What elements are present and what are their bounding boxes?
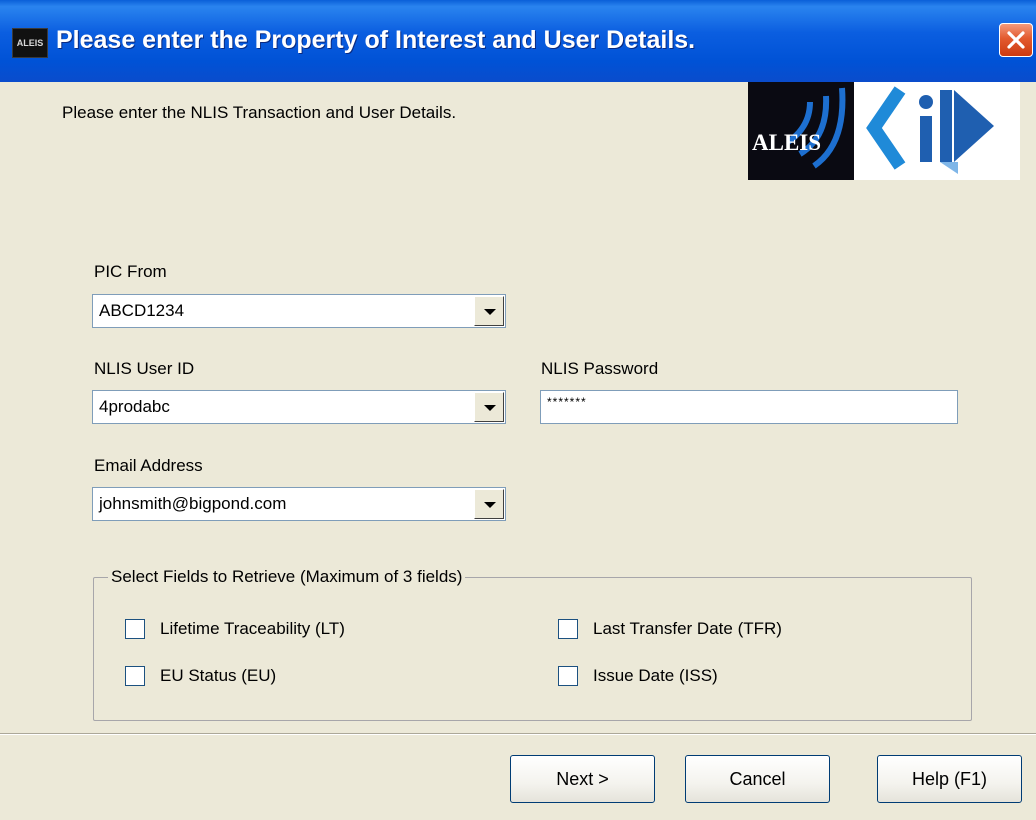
id-logo — [854, 82, 1020, 180]
footer-separator — [0, 733, 1036, 735]
app-icon: ALEIS — [12, 28, 48, 58]
user-id-dropdown-arrow-icon[interactable] — [474, 392, 504, 422]
checkbox-last-transfer-date[interactable] — [558, 619, 578, 639]
pic-from-combo[interactable]: ABCD1234 — [92, 294, 506, 328]
instruction-text: Please enter the NLIS Transaction and Us… — [62, 103, 457, 122]
pic-from-label: PIC From — [94, 262, 167, 281]
fields-group-title: Select Fields to Retrieve (Maximum of 3 … — [108, 567, 466, 587]
close-icon — [1007, 31, 1025, 49]
next-button[interactable]: Next > — [510, 755, 655, 803]
issue-date-label[interactable]: Issue Date (ISS) — [593, 666, 718, 686]
fields-groupbox — [93, 577, 972, 721]
password-value: ******* — [547, 395, 587, 409]
eu-status-label[interactable]: EU Status (EU) — [160, 666, 276, 686]
lifetime-traceability-label[interactable]: Lifetime Traceability (LT) — [160, 619, 345, 639]
password-label: NLIS Password — [541, 359, 659, 378]
email-value: johnsmith@bigpond.com — [99, 494, 287, 513]
close-button[interactable] — [999, 23, 1033, 57]
id-logo-icon — [866, 86, 994, 174]
email-dropdown-arrow-icon[interactable] — [474, 489, 504, 519]
user-id-value: 4prodabc — [99, 397, 170, 416]
password-field[interactable]: ******* — [540, 390, 958, 424]
title-bar[interactable]: ALEIS Please enter the Property of Inter… — [0, 0, 1036, 82]
user-id-combo[interactable]: 4prodabc — [92, 390, 506, 424]
help-button[interactable]: Help (F1) — [877, 755, 1022, 803]
dialog-window: ALEIS Please enter the Property of Inter… — [0, 0, 1036, 820]
aleis-logo: ALEIS — [748, 82, 854, 180]
pic-from-value: ABCD1234 — [99, 301, 185, 320]
email-label: Email Address — [94, 456, 203, 475]
checkbox-issue-date[interactable] — [558, 666, 578, 686]
checkbox-eu-status[interactable] — [125, 666, 145, 686]
last-transfer-date-label[interactable]: Last Transfer Date (TFR) — [593, 619, 782, 639]
email-combo[interactable]: johnsmith@bigpond.com — [92, 487, 506, 521]
window-title: Please enter the Property of Interest an… — [56, 26, 696, 54]
aleis-logo-text: ALEIS — [752, 130, 822, 155]
user-id-label: NLIS User ID — [94, 359, 195, 378]
pic-from-dropdown-arrow-icon[interactable] — [474, 296, 504, 326]
cancel-button[interactable]: Cancel — [685, 755, 830, 803]
checkbox-lifetime-traceability[interactable] — [125, 619, 145, 639]
